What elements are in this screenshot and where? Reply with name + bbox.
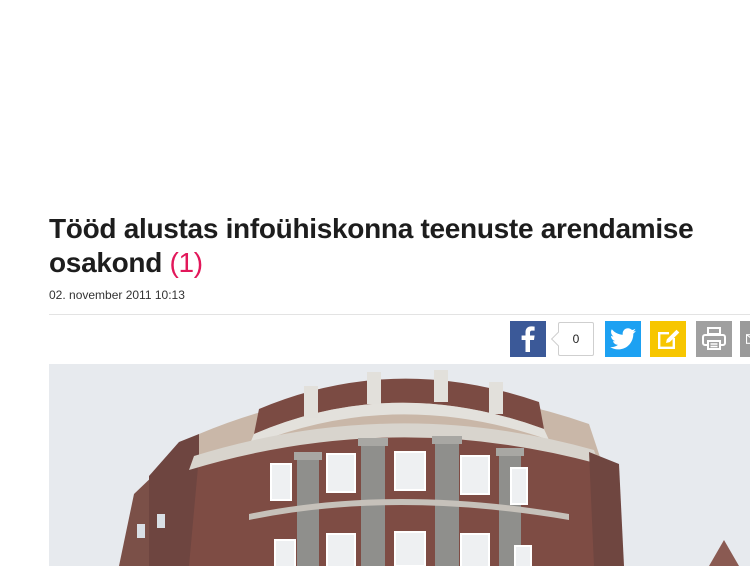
comment-count-link[interactable]: (1) bbox=[170, 247, 204, 278]
mail-button[interactable] bbox=[740, 321, 750, 357]
facebook-share-count: 0 bbox=[558, 322, 594, 356]
print-icon bbox=[702, 327, 726, 350]
article-title-text: Tööd alustas infoühiskonna teenuste aren… bbox=[49, 213, 694, 278]
twitter-share-button[interactable] bbox=[605, 321, 641, 357]
facebook-share-button[interactable] bbox=[510, 321, 546, 357]
article-title: Tööd alustas infoühiskonna teenuste aren… bbox=[49, 212, 729, 280]
edit-button[interactable] bbox=[650, 321, 686, 357]
print-button[interactable] bbox=[696, 321, 732, 357]
ad-space bbox=[0, 0, 750, 205]
edit-icon bbox=[658, 329, 680, 349]
divider bbox=[49, 314, 750, 315]
article-photo bbox=[49, 364, 750, 566]
article-date: 02. november 2011 10:13 bbox=[49, 288, 185, 302]
building-photo bbox=[49, 364, 750, 566]
facebook-icon bbox=[521, 326, 535, 352]
mail-icon bbox=[746, 334, 750, 344]
twitter-icon bbox=[610, 328, 636, 350]
